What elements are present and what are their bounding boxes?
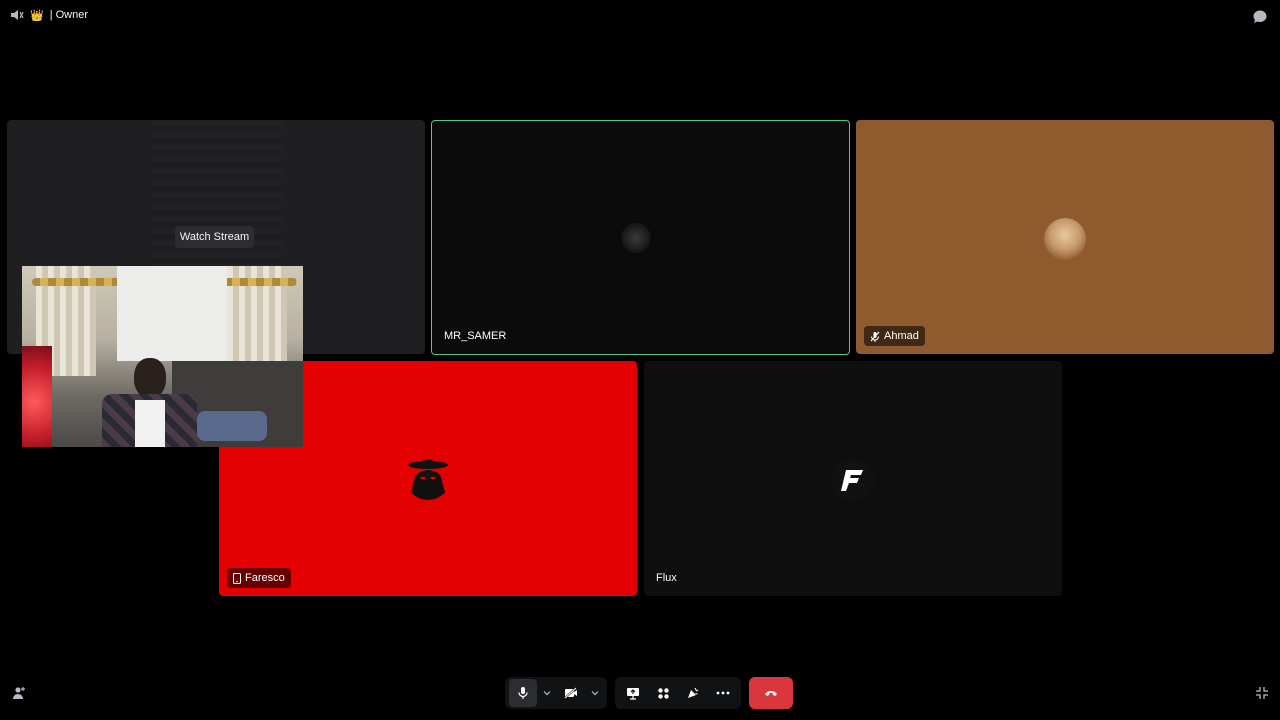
soundboard-button[interactable] [679,679,707,707]
camera-button[interactable] [557,679,585,707]
channel-header: 👑 | Owner [10,8,88,22]
leave-call-button[interactable] [749,677,793,709]
call-controls [505,677,793,709]
mic-group [505,677,607,709]
channel-title: | Owner [49,9,89,21]
avatar [401,453,455,507]
watch-stream-button[interactable]: Watch Stream [175,226,254,248]
participant-name: Ahmad [884,330,919,342]
action-group [615,677,741,709]
activities-button[interactable] [649,679,677,707]
leave-call-icon [765,691,777,696]
screen-share-button[interactable] [619,679,647,707]
chat-icon[interactable] [1252,9,1268,25]
self-camera-preview[interactable] [22,266,303,447]
microphone-icon [518,687,528,699]
more-options-button[interactable] [709,679,737,707]
name-tag: Faresco [227,568,291,588]
camera-options-button[interactable] [587,679,603,707]
name-tag: Ahmad [864,326,925,346]
name-tag: MR_SAMER [440,326,512,346]
name-tag: Flux [652,568,683,588]
participant-tile-flux[interactable]: Flux [644,361,1062,596]
participant-name: Flux [656,572,677,584]
exit-fullscreen-icon[interactable] [1255,686,1269,700]
avatar [621,223,651,253]
mic-muted-icon [870,331,880,342]
person-shirt [135,400,165,447]
avatar [1044,218,1086,260]
chevron-down-icon [543,691,551,696]
camera-off-icon [564,687,577,699]
flux-logo-icon [841,470,863,491]
screen-share-icon [627,687,639,700]
mobile-icon [233,572,241,584]
participant-name: MR_SAMER [444,330,507,342]
red-lamp [22,346,52,447]
participant-name: Faresco [245,572,285,584]
avatar [832,459,874,501]
microphone-button[interactable] [509,679,537,707]
mic-options-button[interactable] [539,679,555,707]
chevron-down-icon [591,691,599,696]
person-head [134,358,166,398]
window-light [117,266,227,361]
person-legs [197,411,267,441]
more-icon [716,691,730,695]
top-bar: 👑 | Owner [0,0,1280,32]
activities-icon [657,687,669,699]
crown-icon: 👑 [30,9,44,22]
soundboard-icon [688,687,699,698]
invite-icon[interactable] [12,686,26,700]
participant-tile-ahmad[interactable]: Ahmad [856,120,1274,354]
participant-tile-mr-samer[interactable]: MR_SAMER [431,120,850,355]
speaker-icon[interactable] [10,8,24,22]
